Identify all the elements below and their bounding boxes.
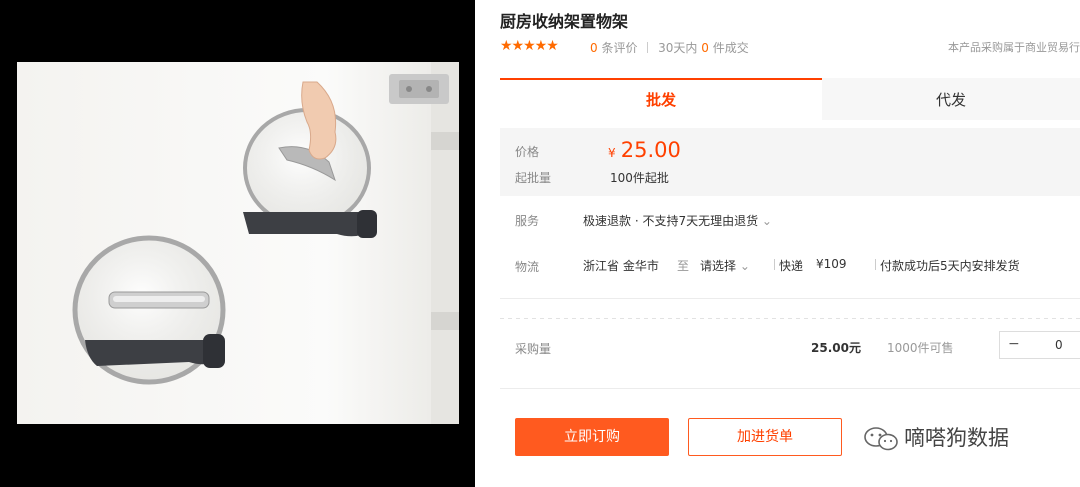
- service-label: 服务: [515, 214, 540, 228]
- sales-count: 0: [701, 41, 709, 55]
- quantity-stepper[interactable]: − 0: [999, 331, 1080, 359]
- purchase-mode-tabs: 批发 代发: [500, 78, 1080, 128]
- watermark-text: 嘀嗒狗数据: [904, 426, 1009, 450]
- service-text: 极速退款 · 不支持7天无理由退货: [583, 214, 759, 228]
- price-box: 价格 ¥ 25.00 起批量 100件起批: [500, 128, 1080, 196]
- subtotal: 25.00元: [811, 341, 861, 355]
- divider: [875, 259, 876, 270]
- origin: 浙江省 金华市: [583, 259, 659, 273]
- review-label[interactable]: 条评价: [601, 41, 637, 55]
- review-summary: 0 条评价 30天内 0 件成交: [590, 39, 749, 56]
- chevron-down-icon[interactable]: ⌄: [762, 214, 772, 228]
- dispatch-note: 付款成功后5天内安排发货: [880, 259, 1020, 273]
- to-label: 至: [677, 259, 690, 273]
- review-count[interactable]: 0: [590, 41, 598, 55]
- wechat-icon: [864, 427, 898, 451]
- product-title: 厨房收纳架置物架: [500, 12, 629, 31]
- destination-select[interactable]: 请选择 ⌄: [700, 257, 750, 274]
- chevron-down-icon: ⌄: [739, 259, 750, 273]
- divider: [774, 259, 775, 270]
- quantity-input[interactable]: 0: [1055, 338, 1063, 352]
- rating-stars-icon: ★★★★★: [500, 38, 559, 54]
- tab-wholesale[interactable]: 批发: [500, 78, 822, 120]
- separator: [500, 388, 1080, 389]
- tab-dropship[interactable]: 代发: [822, 78, 1080, 120]
- separator: [500, 318, 1080, 319]
- logistics-label: 物流: [515, 260, 540, 274]
- minus-button[interactable]: −: [1008, 336, 1020, 352]
- moq-label: 起批量: [515, 171, 552, 185]
- buy-now-button[interactable]: 立即订购: [515, 418, 669, 456]
- destination-text: 请选择: [700, 259, 737, 273]
- product-image-panel: [0, 0, 475, 487]
- price-amount: 25.00: [620, 138, 681, 162]
- sales-period: 30天内: [658, 41, 698, 55]
- price-label: 价格: [515, 145, 540, 159]
- moq-value: 100件起批: [610, 171, 669, 185]
- shipping-fee: ¥109: [816, 257, 847, 271]
- stock-available: 1000件可售: [887, 341, 954, 355]
- carrier: 快递: [779, 259, 804, 273]
- service-value[interactable]: 极速退款 · 不支持7天无理由退货 ⌄: [583, 212, 772, 229]
- currency-symbol: ¥: [608, 146, 616, 160]
- divider: [647, 42, 649, 53]
- add-to-cart-button[interactable]: 加进货单: [688, 418, 842, 456]
- separator: [500, 298, 1080, 299]
- trade-note: 本产品采购属于商业贸易行: [948, 41, 1080, 54]
- purchase-qty-label: 采购量: [515, 342, 552, 356]
- product-photo[interactable]: [17, 62, 459, 424]
- price-value: ¥ 25.00: [608, 138, 681, 162]
- sales-label: 件成交: [712, 41, 749, 55]
